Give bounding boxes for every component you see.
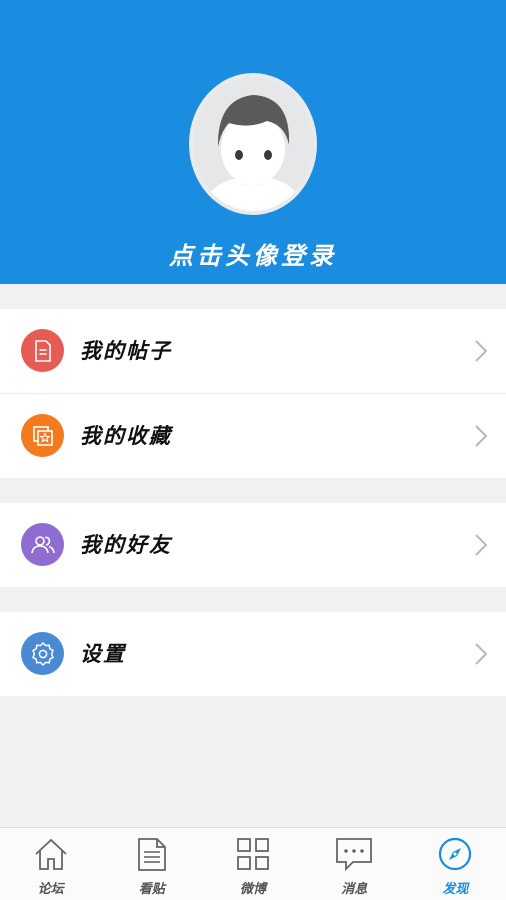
login-prompt[interactable]: 点击头像登录 <box>0 236 506 272</box>
menu-item-label: 我的好友 <box>80 532 172 557</box>
chevron-right-icon <box>475 534 488 556</box>
tab-label: 消息 <box>341 882 368 897</box>
profile-page: 点击头像登录 我的帖子 我的收藏 我的好友 设置 论坛 看贴 微博 消息 发现 <box>0 0 506 900</box>
compass-icon <box>439 837 472 871</box>
tab-view-posts[interactable]: 看贴 <box>101 828 202 900</box>
gear-icon <box>21 632 64 675</box>
menu-item-my-favorites[interactable]: 我的收藏 <box>0 393 506 478</box>
post-document-icon <box>137 838 166 871</box>
tab-label: 论坛 <box>37 882 64 897</box>
favorites-star-icon <box>21 414 64 457</box>
friends-icon <box>21 523 64 566</box>
chevron-right-icon <box>475 643 488 665</box>
menu-item-label: 我的帖子 <box>80 338 172 363</box>
document-icon <box>21 329 64 372</box>
menu-item-my-posts[interactable]: 我的帖子 <box>0 309 506 393</box>
bottom-tab-bar: 论坛 看贴 微博 消息 发现 <box>0 827 506 900</box>
menu-item-my-friends[interactable]: 我的好友 <box>0 503 506 587</box>
tab-forum[interactable]: 论坛 <box>0 828 101 900</box>
home-icon <box>34 838 67 870</box>
menu-item-label: 设置 <box>80 641 126 666</box>
menu-item-label: 我的收藏 <box>80 423 172 448</box>
tab-label: 发现 <box>442 882 469 897</box>
tab-weibo[interactable]: 微博 <box>202 828 303 900</box>
default-user-avatar-icon <box>193 77 313 211</box>
grid-icon <box>237 838 269 870</box>
profile-header: 点击头像登录 <box>0 0 506 284</box>
chevron-right-icon <box>475 425 488 447</box>
tab-discover[interactable]: 发现 <box>405 828 506 900</box>
tab-label: 看贴 <box>138 882 165 897</box>
menu-item-settings[interactable]: 设置 <box>0 612 506 696</box>
avatar[interactable] <box>189 73 317 215</box>
tab-messages[interactable]: 消息 <box>304 828 405 900</box>
menu-group-settings: 设置 <box>0 612 506 696</box>
menu-group-friends: 我的好友 <box>0 503 506 587</box>
message-bubble-icon <box>336 838 373 872</box>
chevron-right-icon <box>475 340 488 362</box>
menu-group-posts: 我的帖子 我的收藏 <box>0 309 506 478</box>
tab-label: 微博 <box>240 882 267 897</box>
